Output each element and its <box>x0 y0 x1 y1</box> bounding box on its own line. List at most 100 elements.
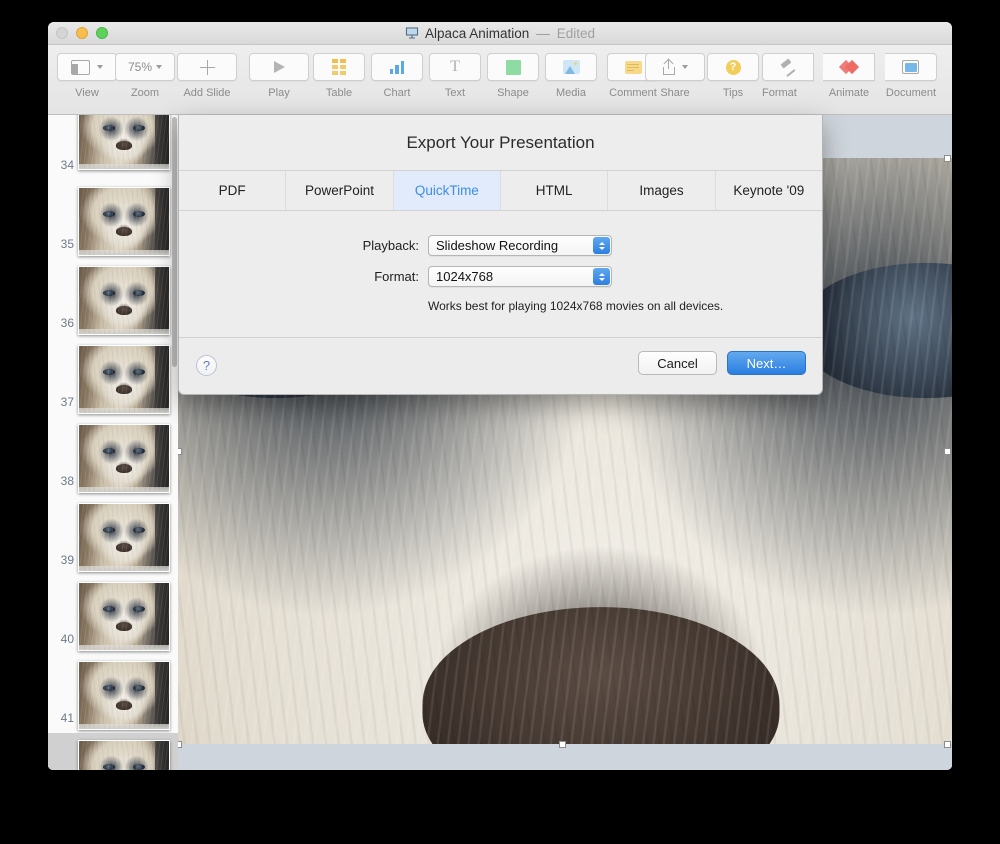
toolbar-group-share: Share ? Tips <box>645 53 762 99</box>
toolbar-add-slide-label: Add Slide <box>183 87 231 99</box>
format-brush-icon <box>779 59 797 75</box>
help-button[interactable]: ? <box>196 355 217 376</box>
tab-quicktime[interactable]: QuickTime <box>393 171 501 210</box>
slide-row[interactable]: 41 <box>48 654 178 733</box>
tab-keynote-09-label: Keynote '09 <box>733 183 805 198</box>
tab-images[interactable]: Images <box>608 171 716 210</box>
keynote-window: Alpaca Animation — Edited View 75% Zoom <box>48 22 952 770</box>
tab-quicktime-label: QuickTime <box>414 183 479 198</box>
window-content: 34 35 36 37 38 39 40 41 Export Your Pres… <box>48 115 952 770</box>
selection-handle-bottom-left[interactable] <box>178 741 182 748</box>
tab-html[interactable]: HTML <box>501 171 609 210</box>
toolbar-chart-label: Chart <box>383 87 411 99</box>
toolbar-play-button[interactable]: Play <box>249 53 309 99</box>
tab-powerpoint[interactable]: PowerPoint <box>286 171 394 210</box>
toolbar-group-inspector: Format Animate Document <box>762 53 944 99</box>
format-select[interactable]: 1024x768 <box>428 266 612 287</box>
chevron-down-icon <box>681 65 688 69</box>
toolbar-shape-button[interactable]: Shape <box>484 53 542 99</box>
toolbar-add-slide-button[interactable]: Add Slide <box>174 53 240 99</box>
slide-row[interactable]: 39 <box>48 496 178 575</box>
chart-icon <box>389 60 405 74</box>
export-presentation-sheet: Export Your Presentation PDF PowerPoint … <box>178 115 823 395</box>
tab-html-label: HTML <box>535 183 573 198</box>
tab-pdf[interactable]: PDF <box>179 171 287 210</box>
toolbar-format-label: Format <box>762 87 797 99</box>
playback-stepper-icon[interactable] <box>593 237 610 254</box>
media-icon <box>562 60 580 74</box>
slide-row[interactable]: 35 <box>48 180 178 259</box>
toolbar-format-button[interactable]: Format <box>762 53 820 99</box>
slide-thumbnail[interactable] <box>78 661 170 730</box>
animate-icon <box>838 59 859 75</box>
slide-row[interactable]: 34 <box>48 115 178 180</box>
slide-thumbnail[interactable] <box>78 187 170 256</box>
shape-icon <box>505 59 521 75</box>
slide-navigator[interactable]: 34 35 36 37 38 39 40 41 <box>48 115 178 770</box>
toolbar-chart-button[interactable]: Chart <box>368 53 426 99</box>
toolbar-table-button[interactable]: Table <box>310 53 368 99</box>
text-icon: T <box>450 58 460 75</box>
chevron-down-icon <box>156 65 163 69</box>
slide-thumbnail[interactable] <box>78 266 170 335</box>
tab-keynote-09[interactable]: Keynote '09 <box>716 171 822 210</box>
plus-icon <box>199 59 215 75</box>
selection-handle-bottom-center[interactable] <box>559 741 566 748</box>
slide-thumbnail[interactable] <box>78 582 170 651</box>
toolbar-document-button[interactable]: Document <box>878 53 944 99</box>
table-icon <box>332 59 346 75</box>
export-format-tabs: PDF PowerPoint QuickTime HTML Images Key… <box>179 170 822 211</box>
selection-handle-middle-right[interactable] <box>944 448 951 455</box>
slide-row[interactable]: 40 <box>48 575 178 654</box>
toolbar-zoom-button[interactable]: 75% Zoom <box>115 53 175 99</box>
toolbar-shape-label: Shape <box>497 87 529 99</box>
toolbar-animate-button[interactable]: Animate <box>820 53 878 99</box>
toolbar-zoom-label: Zoom <box>130 87 160 99</box>
format-stepper-icon[interactable] <box>593 268 610 285</box>
toolbar-text-button[interactable]: T Text <box>426 53 484 99</box>
chevron-down-icon <box>97 65 103 69</box>
window-title: Alpaca Animation — Edited <box>48 22 952 44</box>
keynote-document-icon <box>405 26 419 40</box>
selection-handle-bottom-right[interactable] <box>944 741 951 748</box>
document-icon <box>902 60 919 74</box>
format-hint-text: Works best for playing 1024x768 movies o… <box>428 299 724 313</box>
slide-thumbnail[interactable] <box>78 345 170 414</box>
slide-thumbnail[interactable] <box>78 740 170 770</box>
toolbar-table-label: Table <box>325 87 353 99</box>
slide-row[interactable]: 36 <box>48 259 178 338</box>
slide-thumbnail[interactable] <box>78 115 170 170</box>
comment-icon <box>624 60 642 74</box>
tab-images-label: Images <box>639 183 684 198</box>
slide-number: 40 <box>60 632 74 646</box>
toolbar-tips-button[interactable]: ? Tips <box>704 53 762 99</box>
slide-row[interactable]: 38 <box>48 417 178 496</box>
edited-status-text: Edited <box>556 25 596 41</box>
navigator-scrollbar[interactable] <box>172 117 177 367</box>
slide-number: 37 <box>60 395 74 409</box>
tab-powerpoint-label: PowerPoint <box>304 183 375 198</box>
slide-thumbnail[interactable] <box>78 503 170 572</box>
toolbar-media-label: Media <box>556 87 586 99</box>
cancel-button[interactable]: Cancel <box>638 351 717 375</box>
title-separator: — <box>536 25 550 41</box>
zoom-level-value: 75% <box>127 60 153 74</box>
slide-row[interactable]: 37 <box>48 338 178 417</box>
export-options-panel: Playback: Slideshow Recording Format: 10… <box>179 211 822 329</box>
toolbar-view-button[interactable]: View <box>57 53 117 99</box>
toolbar-share-button[interactable]: Share <box>645 53 705 99</box>
selection-handle-middle-left[interactable] <box>178 448 182 455</box>
playback-value: Slideshow Recording <box>436 238 559 253</box>
slide-number: 41 <box>60 711 74 725</box>
playback-label: Playback: <box>362 238 419 253</box>
playback-select[interactable]: Slideshow Recording <box>428 235 612 256</box>
next-button[interactable]: Next… <box>727 351 806 375</box>
toolbar-tips-label: Tips <box>722 87 744 99</box>
slide-thumbnail[interactable] <box>78 424 170 493</box>
play-icon <box>273 61 285 73</box>
toolbar-media-button[interactable]: Media <box>542 53 600 99</box>
selection-handle-top-right[interactable] <box>944 155 951 162</box>
slide-row-selected[interactable]: 42 <box>48 733 178 770</box>
slide-number: 34 <box>60 158 74 172</box>
format-label: Format: <box>374 269 419 284</box>
